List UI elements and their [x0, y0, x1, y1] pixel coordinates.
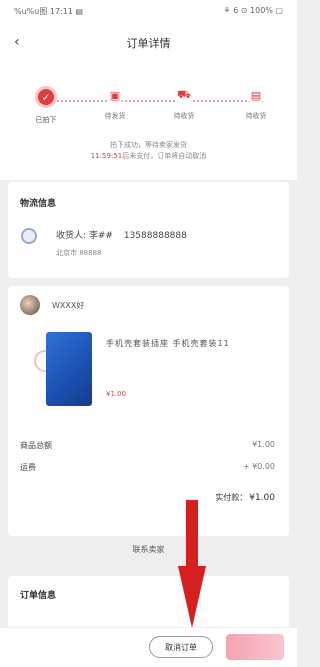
pay-button[interactable]: [226, 634, 284, 660]
status-bar-right: ⚘ 6 ⊙ 100% ▢: [223, 6, 283, 15]
shipping-row: 运费 + ¥0.00: [20, 462, 275, 473]
step-to-receive: ⛟ 待收货: [156, 86, 212, 121]
page-title: 订单详情: [126, 37, 171, 50]
subtotal-row: 商品总额 ¥1.00: [20, 440, 275, 451]
step-ordered: ✓ 已拍下: [18, 86, 74, 125]
shipping-value: + ¥0.00: [242, 462, 275, 471]
progress-note-line1: 拍下成功，等待卖家发货: [110, 141, 187, 149]
subtotal-label: 商品总额: [20, 441, 52, 450]
step-received: ▤ 待收货: [228, 86, 284, 121]
recipient-phone: 13588888888: [123, 231, 187, 241]
progress-note-line2: 11:59:51后未支付，订单将自动取消: [0, 151, 297, 162]
step-label: 待收货: [245, 112, 267, 120]
status-bar-left: %u%u图 17:11 ▤: [14, 7, 84, 16]
recipient-info: 收货人: 李## 13588888888: [56, 228, 195, 241]
shipping-label: 运费: [20, 463, 36, 472]
address-card-title: 物流信息: [20, 199, 57, 209]
step-label: 待发货: [104, 112, 126, 120]
subtotal-value: ¥1.00: [252, 440, 275, 449]
step-label: 已拍下: [35, 116, 57, 124]
step-label: 待收货: [173, 112, 195, 120]
recipient-name: 收货人: 李##: [56, 231, 113, 241]
address-card: 物流信息 收货人: 李## 13588888888 北京市 88888: [8, 182, 289, 278]
shop-name[interactable]: WXXX好: [52, 300, 84, 311]
countdown-time: 11:59:51: [90, 152, 123, 160]
total-amount: ¥1.00: [249, 493, 275, 503]
cancel-order-button[interactable]: 取消订单: [149, 636, 213, 658]
step-to-ship: ▣ 待发货: [87, 86, 143, 121]
shop-avatar[interactable]: [20, 295, 40, 315]
bottom-action-bar: 取消订单: [0, 627, 297, 667]
total-label: 实付款：: [215, 493, 248, 502]
progress-note-text: 后未支付，订单将自动取消: [122, 152, 207, 160]
truck-icon: ⛟: [175, 86, 193, 104]
status-bar: %u%u图 17:11 ▤ ⚘ 6 ⊙ 100% ▢: [0, 0, 297, 22]
page-header: ‹ 订单详情: [0, 22, 297, 62]
product-price: ¥1.00: [106, 390, 127, 398]
progress-note: 拍下成功，等待卖家发货 11:59:51后未支付，订单将自动取消: [0, 140, 297, 162]
address-line: 北京市 88888: [56, 249, 102, 257]
goods-card: WXXX好 手机壳套装插座 手机壳套装11 ¥1.00 商品总额 ¥1.00 运…: [8, 286, 289, 554]
location-icon: [21, 228, 37, 244]
product-name[interactable]: 手机壳套装插座 手机壳套装11: [106, 338, 230, 349]
order-info-title: 订单信息: [20, 591, 57, 601]
check-icon: ✓: [35, 86, 57, 108]
contact-seller-link[interactable]: 联系卖家: [8, 544, 289, 555]
order-progress: ✓ 已拍下 ▣ 待发货 ⛟ 待收货 ▤ 待收货 拍下成功，等待卖家发货 11:5…: [0, 62, 297, 180]
box-icon: ▤: [247, 86, 265, 104]
package-icon: ▣: [106, 86, 124, 104]
product-image[interactable]: [46, 332, 92, 406]
total-paid: 实付款： ¥1.00: [215, 492, 275, 503]
